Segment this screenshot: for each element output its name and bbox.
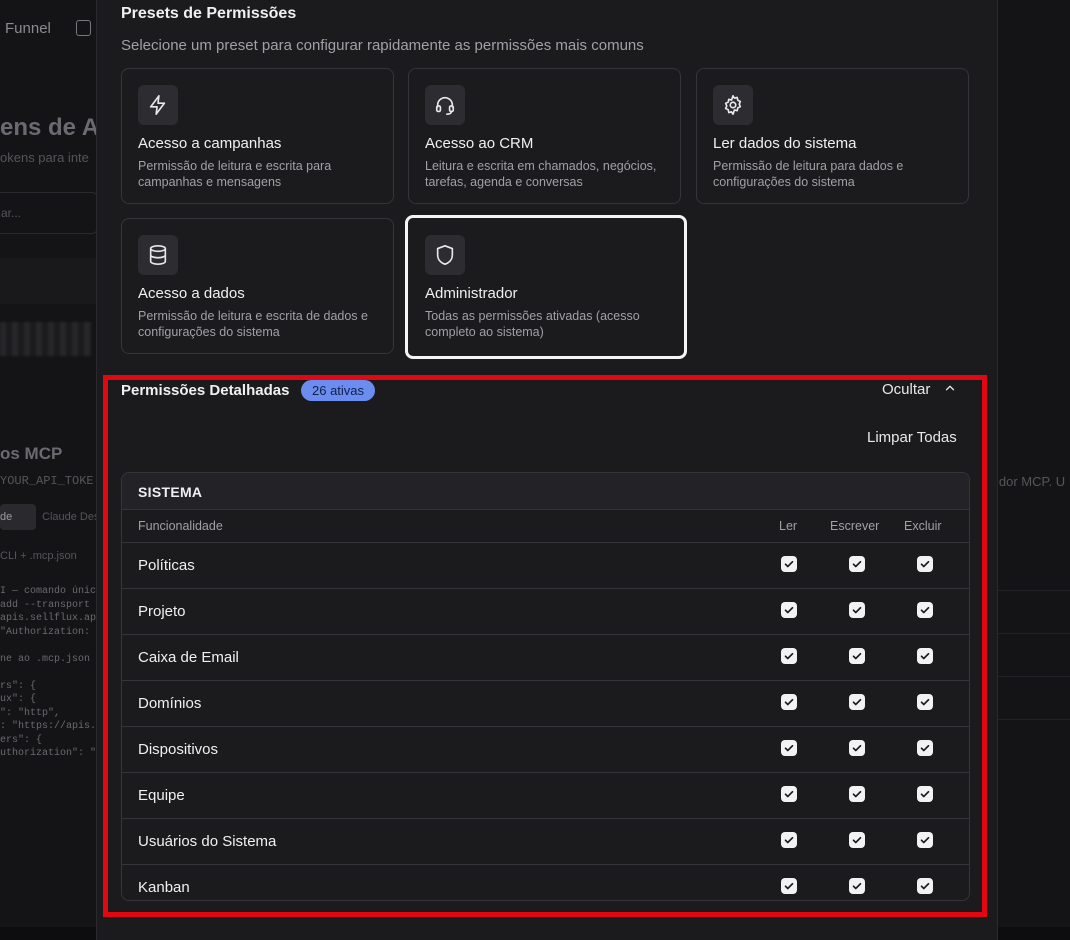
shield-icon: [425, 235, 465, 275]
nav-funnel[interactable]: Funnel: [5, 20, 51, 37]
preset-title: Acesso a dados: [138, 285, 245, 302]
delete-checkbox[interactable]: [917, 786, 933, 802]
write-checkbox[interactable]: [849, 694, 865, 710]
col-write: Escrever: [830, 519, 880, 533]
divider: [996, 590, 1070, 591]
divider: [996, 676, 1070, 677]
write-checkbox[interactable]: [849, 878, 865, 894]
permission-label: Kanban: [138, 879, 190, 896]
presets-title: Presets de Permissões: [121, 5, 297, 22]
permission-rows: Políticas Projeto Caixa de Email Domínios Di…: [122, 543, 969, 900]
table-row: Domínios: [122, 681, 969, 727]
write-checkbox[interactable]: [849, 602, 865, 618]
preset-title: Ler dados do sistema: [713, 135, 857, 152]
api-token-text: YOUR_API_TOKE: [0, 474, 94, 488]
preset-read-system[interactable]: Ler dados do sistema Permissão de leitur…: [696, 68, 969, 204]
column-headers: Funcionalidade Ler Escrever Excluir: [122, 510, 969, 543]
write-checkbox[interactable]: [849, 832, 865, 848]
read-checkbox[interactable]: [781, 832, 797, 848]
read-checkbox[interactable]: [781, 556, 797, 572]
preset-desc: Permissão de leitura para dados e config…: [713, 159, 904, 189]
clear-all-button[interactable]: Limpar Todas: [867, 429, 957, 446]
hide-label: Ocultar: [882, 381, 931, 398]
permission-label: Políticas: [138, 557, 195, 574]
mcp-right-text: idor MCP. U: [996, 474, 1066, 489]
read-checkbox[interactable]: [781, 878, 797, 894]
col-read: Ler: [779, 519, 798, 533]
delete-checkbox[interactable]: [917, 832, 933, 848]
permissions-table: SISTEMA Funcionalidade Ler Escrever Excl…: [121, 472, 970, 901]
read-checkbox[interactable]: [781, 694, 797, 710]
write-checkbox[interactable]: [849, 786, 865, 802]
permission-label: Projeto: [138, 603, 186, 620]
preset-desc: Todas as permissões ativadas (acesso com…: [425, 309, 640, 339]
preset-desc: Permissão de leitura e escrita para camp…: [138, 159, 332, 189]
blurred-token-row: [0, 322, 92, 356]
divider: [996, 719, 1070, 720]
table-row: Usuários do Sistema: [122, 819, 969, 865]
table-row: Projeto: [122, 589, 969, 635]
tab-active[interactable]: de: [0, 504, 36, 530]
write-checkbox[interactable]: [849, 648, 865, 664]
presets-subtitle: Selecione um preset para configurar rapi…: [121, 37, 644, 54]
permission-label: Usuários do Sistema: [138, 833, 277, 850]
delete-checkbox[interactable]: [917, 694, 933, 710]
preset-admin[interactable]: Administrador Todas as permissões ativad…: [405, 215, 687, 359]
write-checkbox[interactable]: [849, 740, 865, 756]
database-icon: [138, 235, 178, 275]
preset-title: Acesso a campanhas: [138, 135, 282, 152]
code-snippet: I — comando únic add --transport apis.se…: [0, 586, 103, 759]
top-nav: Funnel: [0, 0, 96, 56]
search-input[interactable]: ar...: [0, 192, 98, 234]
permission-label: Equipe: [138, 787, 185, 804]
divider: [996, 633, 1070, 634]
delete-checkbox[interactable]: [917, 602, 933, 618]
permission-label: Dispositivos: [138, 741, 219, 758]
read-checkbox[interactable]: [781, 602, 797, 618]
delete-checkbox[interactable]: [917, 740, 933, 756]
hide-button[interactable]: Ocultar: [882, 381, 957, 399]
col-delete: Excluir: [904, 519, 942, 533]
preset-crm[interactable]: Acesso ao CRM Leitura e escrita em chama…: [408, 68, 681, 204]
background-right: idor MCP. U: [996, 0, 1070, 927]
table-row: Caixa de Email: [122, 635, 969, 681]
gear-icon: [713, 85, 753, 125]
delete-checkbox[interactable]: [917, 556, 933, 572]
table-row: Dispositivos: [122, 727, 969, 773]
permission-label: Domínios: [138, 695, 202, 712]
delete-checkbox[interactable]: [917, 878, 933, 894]
contact-icon[interactable]: [76, 20, 91, 36]
table-row: Kanban: [122, 865, 969, 900]
preset-desc: Permissão de leitura e escrita de dados …: [138, 309, 368, 339]
tab-claude-desktop[interactable]: Claude Des: [42, 504, 99, 530]
preset-data-access[interactable]: Acesso a dados Permissão de leitura e es…: [121, 218, 394, 354]
mcp-tabs: de Claude Des: [0, 504, 99, 530]
category-header: SISTEMA: [122, 473, 969, 510]
lightning-icon: [138, 85, 178, 125]
search-placeholder: ar...: [1, 206, 22, 220]
preset-campaigns[interactable]: Acesso a campanhas Permissão de leitura …: [121, 68, 394, 204]
cli-label: CLI + .mcp.json: [0, 550, 77, 562]
chevron-up-icon: [943, 381, 957, 399]
preset-title: Administrador: [425, 285, 518, 302]
permission-label: Caixa de Email: [138, 649, 239, 666]
page-subtitle: okens para inte: [0, 150, 89, 165]
mcp-section-title: os MCP: [0, 444, 63, 463]
page-title: ens de A: [0, 114, 100, 141]
active-count-badge: 26 ativas: [301, 380, 376, 401]
preset-desc: Leitura e escrita em chamados, negócios,…: [425, 159, 657, 189]
delete-checkbox[interactable]: [917, 648, 933, 664]
preset-title: Acesso ao CRM: [425, 135, 534, 152]
table-header-band: [0, 258, 96, 304]
read-checkbox[interactable]: [781, 740, 797, 756]
detailed-permissions-title: Permissões Detalhadas: [121, 382, 290, 399]
write-checkbox[interactable]: [849, 556, 865, 572]
col-feature: Funcionalidade: [138, 519, 223, 533]
headset-icon: [425, 85, 465, 125]
table-row: Equipe: [122, 773, 969, 819]
read-checkbox[interactable]: [781, 786, 797, 802]
category-title: SISTEMA: [138, 484, 203, 500]
read-checkbox[interactable]: [781, 648, 797, 664]
table-row: Políticas: [122, 543, 969, 589]
